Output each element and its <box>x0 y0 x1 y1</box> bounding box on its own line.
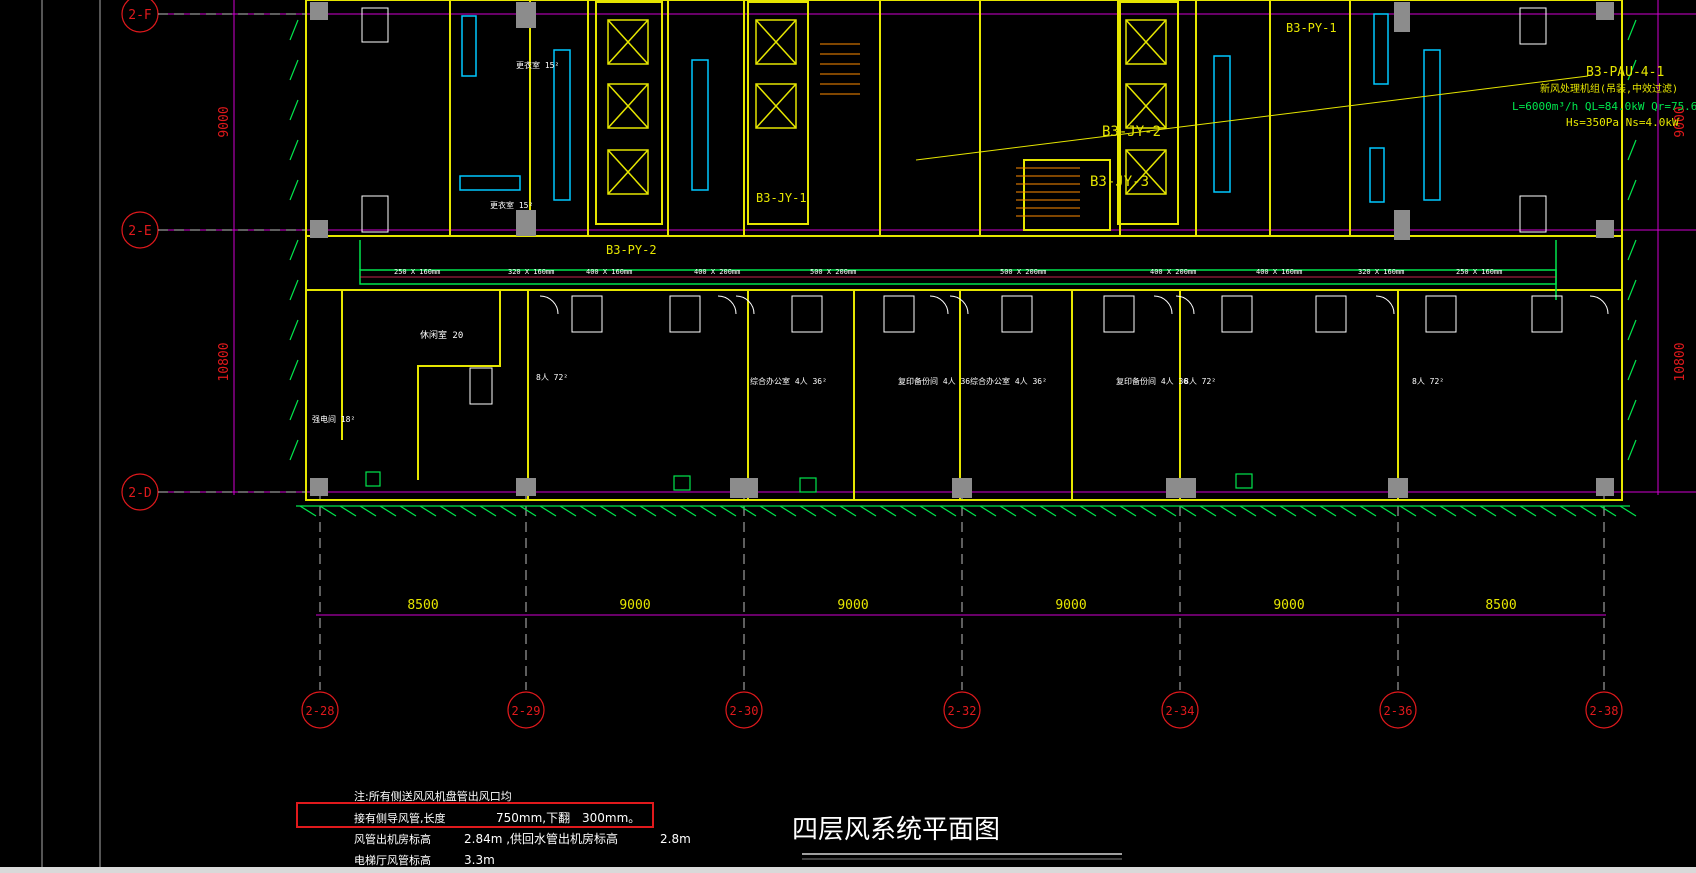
axis-label: 2-D <box>128 486 152 501</box>
duct-size: 250 X 160mm <box>1456 268 1502 276</box>
pau-note: 新风处理机组(吊装,中效过滤) <box>1540 82 1678 95</box>
room-label: 休闲室 20 <box>420 329 463 341</box>
axis-label: 2-29 <box>512 704 541 718</box>
note-line-4-value: 3.3m <box>464 853 495 867</box>
dimension-text: 9000 <box>837 598 868 613</box>
axis-bubble-2-32: 2-32 <box>943 691 981 729</box>
duct-size: 400 X 160mm <box>1256 268 1302 276</box>
equipment-label: B3-JY-3 <box>1090 174 1149 190</box>
dimension-text: 9000 <box>1055 598 1086 613</box>
general-notes: 注:所有侧送风风机盘管出风口均 接有侧导风管,长度 750mm,下翻 300mm… <box>354 789 691 867</box>
room-label: 强电间 18² <box>312 414 355 424</box>
equipment-label: B3-PY-2 <box>606 243 657 257</box>
column-axis-bubbles: 2-28 2-29 2-30 2-32 2-34 2-36 2-38 <box>301 691 1623 729</box>
pau-notes: 新风处理机组(吊装,中效过滤) L=6000m³/h QL=84.0kW Qr=… <box>1512 82 1696 129</box>
room-label: 8人 72² <box>1184 377 1216 386</box>
room-label: 8人 72² <box>1412 377 1444 386</box>
axis-label: 2-34 <box>1166 704 1195 718</box>
stair-hatch <box>820 43 1080 217</box>
note-line-4-label: 电梯厅风管标高 <box>354 853 431 867</box>
duct-size: 250 X 160mm <box>394 268 440 276</box>
duct-size: 400 X 200mm <box>694 268 740 276</box>
duct-size: 400 X 200mm <box>1150 268 1196 276</box>
room-label: 8人 72² <box>536 373 568 382</box>
right-dimension-text: 10800 <box>1673 342 1688 381</box>
duct-size: 500 X 200mm <box>1000 268 1046 276</box>
room-labels: 8人 72² 综合办公室 4人 36² 复印备份间 4人 36 综合办公室 4人… <box>312 60 1444 424</box>
dimension-lines <box>160 0 1696 616</box>
status-bar-strip <box>0 867 1696 873</box>
dimension-text: 8500 <box>1485 598 1516 613</box>
equipment-labels: B3-PY-1 B3-PY-2 B3-JY-1 B3-JY-2 B3-JY-3 … <box>606 21 1664 257</box>
structural-columns <box>310 2 1614 498</box>
axis-bubble-2-28: 2-28 <box>301 691 339 729</box>
axis-label: 2-30 <box>730 704 759 718</box>
pau-leader-line <box>915 75 1589 161</box>
axis-bubble-2-34: 2-34 <box>1161 691 1199 729</box>
dimension-text: 9000 <box>1273 598 1304 613</box>
duct-size: 320 X 160mm <box>508 268 554 276</box>
axis-label: 2-28 <box>306 704 335 718</box>
room-label: 更衣室 15² <box>490 200 533 210</box>
room-label: 复印备份间 4人 36 <box>1116 376 1188 386</box>
axis-bubble-2-38: 2-38 <box>1585 691 1623 729</box>
bottom-facade-louvers <box>296 505 1637 517</box>
diffuser-markers <box>365 471 1253 493</box>
row-axis-bubbles: 2-F 2-E 2-D <box>121 0 306 511</box>
drawing-title: 四层风系统平面图 <box>792 815 1000 845</box>
vertical-air-units <box>459 13 1441 203</box>
axis-bubble-2-F: 2-F <box>121 0 159 33</box>
axis-label: 2-38 <box>1590 704 1619 718</box>
duct-size-labels: 250 X 160mm 320 X 160mm 400 X 160mm 400 … <box>394 268 1502 276</box>
equipment-label: B3-JY-2 <box>1102 124 1161 140</box>
duct-size: 400 X 160mm <box>586 268 632 276</box>
pau-note: L=6000m³/h QL=84.0kW Qr=75.6kW <box>1512 100 1696 113</box>
room-label: 综合办公室 4人 36² <box>970 376 1047 386</box>
axis-bubble-2-E: 2-E <box>121 211 159 249</box>
left-dimension-text: 9000 <box>217 106 232 137</box>
note-line-3-value-2: 2.8m <box>660 832 691 846</box>
axis-label: 2-E <box>128 224 151 239</box>
equipment-label: B3-JY-1 <box>756 191 807 205</box>
note-line-1: 注:所有侧送风风机盘管出风口均 <box>354 789 512 803</box>
cad-drawing-canvas[interactable]: 2-F 2-E 2-D 2-28 2-29 2-30 2-32 2-34 2-3… <box>0 0 1696 873</box>
axis-grid-lines <box>319 490 1605 690</box>
duct-size: 500 X 200mm <box>810 268 856 276</box>
room-label: 复印备份间 4人 36 <box>898 376 970 386</box>
pau-note: Hs=350Pa Ns=4.0kW <box>1566 116 1679 129</box>
dimension-text: 9000 <box>619 598 650 613</box>
room-label: 综合办公室 4人 36² <box>750 376 827 386</box>
dimension-text: 8500 <box>407 598 438 613</box>
axis-label: 2-32 <box>948 704 977 718</box>
axis-bubble-2-D: 2-D <box>121 473 159 511</box>
axis-bubble-2-29: 2-29 <box>507 691 545 729</box>
axis-label: 2-F <box>128 8 152 23</box>
left-dimension-text: 10800 <box>217 342 232 381</box>
note-line-3-value: 2.84m ,供回水管出机房标高 <box>464 831 618 846</box>
axis-bubble-2-30: 2-30 <box>725 691 763 729</box>
duct-size: 320 X 160mm <box>1358 268 1404 276</box>
selection-highlight-box <box>296 802 654 828</box>
axis-label: 2-36 <box>1384 704 1413 718</box>
equipment-label: B3-PAU-4-1 <box>1586 65 1664 80</box>
axis-bubble-2-36: 2-36 <box>1379 691 1417 729</box>
equipment-label: B3-PY-1 <box>1286 21 1337 35</box>
note-line-3-label: 风管出机房标高 <box>354 832 431 846</box>
room-label: 更衣室 15² <box>516 60 559 70</box>
